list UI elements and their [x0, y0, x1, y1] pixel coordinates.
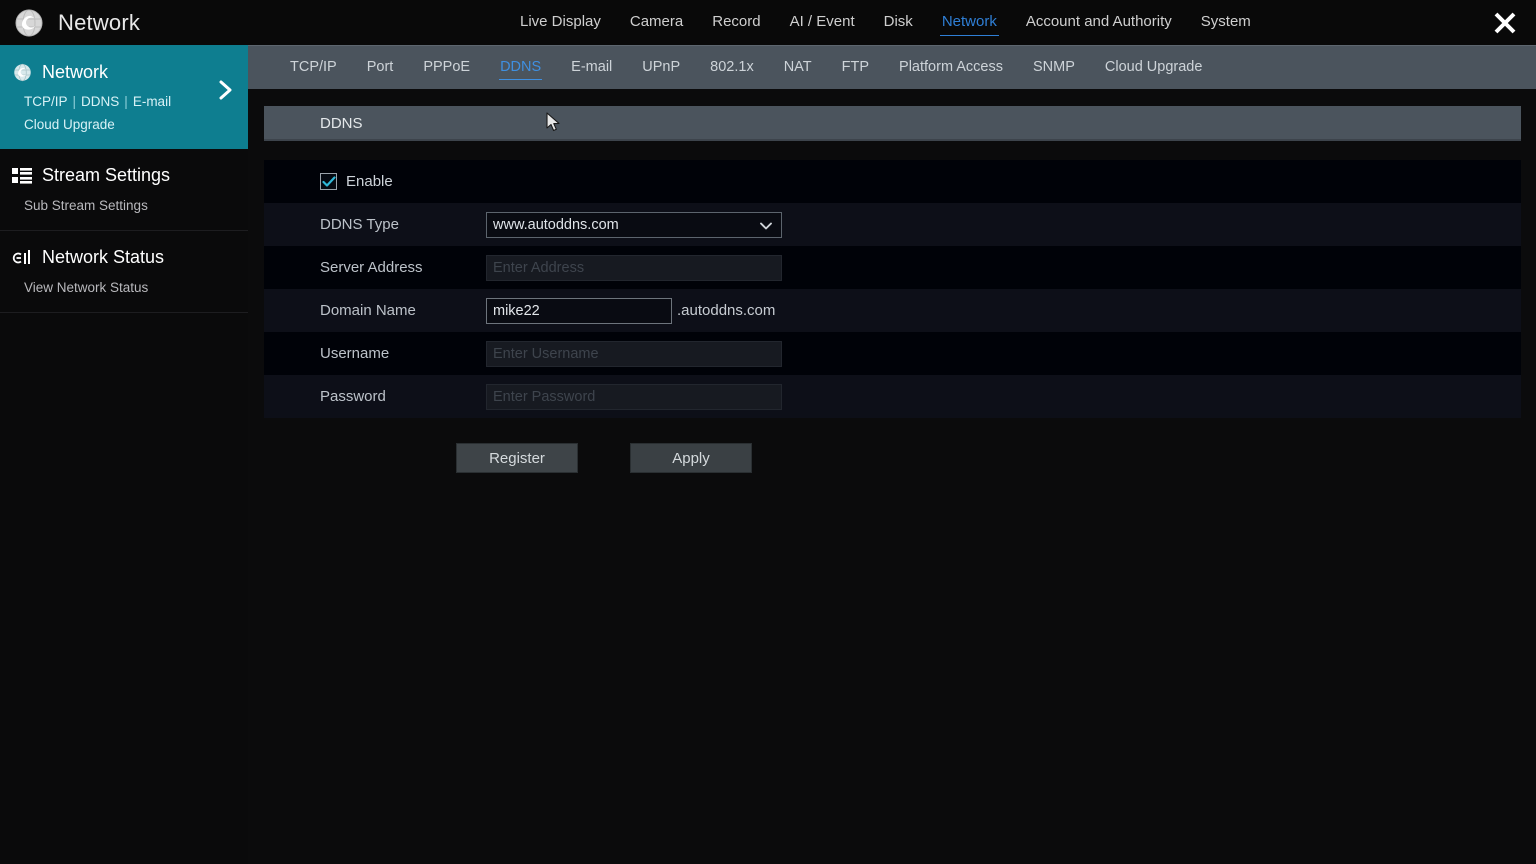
tab-802-1x[interactable]: 802.1x: [710, 59, 754, 77]
tab-ddns[interactable]: DDNS: [499, 59, 543, 80]
globe-icon: [10, 63, 34, 82]
topnav-item-ai-event[interactable]: AI / Event: [790, 13, 855, 32]
domain-name-label: Domain Name: [320, 302, 416, 319]
topnav-item-network[interactable]: Network: [939, 13, 999, 36]
page-title: Network: [58, 9, 141, 35]
sidebar-item-network[interactable]: Network TCP/IP | DDNS | E-mail Cloud Upgrade: [0, 45, 248, 149]
tab-platform-access[interactable]: Platform Access: [899, 59, 1003, 77]
sidebar: Network TCP/IP | DDNS | E-mail Cloud Upgrade: [0, 45, 248, 864]
chevron-right-icon[interactable]: [216, 79, 236, 106]
tab-email[interactable]: E-mail: [571, 59, 612, 77]
top-navigation: Live Display Camera Record AI / Event Di…: [520, 0, 1482, 45]
form-row-ddns-type: DDNS Type www.autoddns.com: [264, 203, 1521, 246]
stream-grid-icon: [10, 167, 34, 185]
sidebar-item-label: Stream Settings: [42, 165, 171, 186]
tab-port[interactable]: Port: [367, 59, 394, 77]
checkmark-icon: [321, 175, 336, 187]
nvr-settings-window: Network Live Display Camera Record AI / …: [0, 0, 1536, 864]
panel-header-title: DDNS: [320, 115, 363, 132]
password-label: Password: [320, 388, 386, 405]
sidebar-link-cloud-upgrade[interactable]: Cloud Upgrade: [24, 114, 248, 137]
password-field: Enter Password: [486, 383, 782, 410]
register-button[interactable]: Register: [456, 443, 578, 473]
tab-nat[interactable]: NAT: [784, 59, 812, 77]
sidebar-link-email[interactable]: E-mail: [133, 94, 171, 109]
topnav-item-camera[interactable]: Camera: [630, 13, 683, 32]
sidebar-stream-header: Stream Settings: [0, 161, 248, 191]
close-icon[interactable]: [1482, 0, 1528, 45]
link-separator: |: [72, 94, 77, 109]
sidebar-network-header: Network: [0, 57, 248, 87]
ddns-type-value: www.autoddns.com: [493, 216, 619, 233]
signal-bars-icon: [10, 249, 34, 267]
link-separator: |: [124, 94, 128, 109]
tab-upnp[interactable]: UPnP: [642, 59, 680, 77]
panel-header: DDNS: [264, 106, 1521, 141]
tab-ftp[interactable]: FTP: [842, 59, 869, 77]
tab-cloud-upgrade[interactable]: Cloud Upgrade: [1105, 59, 1203, 77]
form-row-domain-name: Domain Name mike22 .autoddns.com: [264, 289, 1521, 332]
apply-button[interactable]: Apply: [630, 443, 752, 473]
enable-checkbox-group[interactable]: Enable: [264, 173, 393, 190]
sidebar-link-sub-stream-settings[interactable]: Sub Stream Settings: [24, 198, 148, 213]
enable-checkbox[interactable]: [320, 173, 337, 190]
tab-pppoe[interactable]: PPPoE: [423, 59, 470, 77]
tab-tcpip[interactable]: TCP/IP: [290, 59, 337, 77]
enable-label: Enable: [346, 173, 393, 190]
sidebar-status-links: View Network Status: [0, 273, 248, 300]
sub-tab-bar: TCP/IP Port PPPoE DDNS E-mail UPnP 802.1…: [248, 45, 1536, 89]
password-input[interactable]: Enter Password: [486, 383, 782, 410]
sidebar-item-label: Network: [42, 61, 109, 82]
ddns-type-field: www.autoddns.com: [486, 211, 782, 238]
sidebar-item-label: Network Status: [42, 247, 165, 268]
form-row-enable: Enable: [264, 160, 1521, 203]
ddns-type-label: DDNS Type: [320, 216, 399, 233]
sidebar-network-links: TCP/IP | DDNS | E-mail Cloud Upgrade: [0, 87, 248, 137]
domain-name-input[interactable]: mike22: [486, 297, 672, 324]
action-buttons: Register Apply: [264, 443, 752, 473]
form-row-username: Username Enter Username: [264, 332, 1521, 375]
sidebar-item-stream-settings[interactable]: Stream Settings Sub Stream Settings: [0, 149, 248, 231]
domain-name-field: mike22 .autoddns.com: [486, 297, 776, 324]
ddns-type-select[interactable]: www.autoddns.com: [486, 211, 782, 238]
topnav-item-disk[interactable]: Disk: [884, 13, 913, 32]
sidebar-link-view-network-status[interactable]: View Network Status: [24, 280, 148, 295]
username-label: Username: [320, 345, 390, 362]
form-row-server-address: Server Address Enter Address: [264, 246, 1521, 289]
sidebar-link-tcpip[interactable]: TCP/IP: [24, 94, 68, 109]
server-address-field: Enter Address: [486, 254, 782, 281]
server-address-input[interactable]: Enter Address: [486, 254, 782, 281]
sidebar-stream-links: Sub Stream Settings: [0, 191, 248, 218]
username-input[interactable]: Enter Username: [486, 340, 782, 367]
topnav-item-account-and-authority[interactable]: Account and Authority: [1026, 13, 1172, 32]
topnav-item-system[interactable]: System: [1201, 13, 1251, 32]
tab-snmp[interactable]: SNMP: [1033, 59, 1075, 77]
chevron-down-icon: [758, 218, 774, 238]
title-bar: Network Live Display Camera Record AI / …: [0, 0, 1536, 45]
globe-icon: [14, 8, 44, 38]
content-area: DDNS Enable DDNS Type www.autoddns.com S…: [248, 89, 1536, 864]
sidebar-item-network-status[interactable]: Network Status View Network Status: [0, 231, 248, 313]
sidebar-link-ddns[interactable]: DDNS: [81, 94, 119, 109]
topnav-item-record[interactable]: Record: [712, 13, 760, 32]
topnav-item-live-display[interactable]: Live Display: [520, 13, 601, 32]
form-row-password: Password Enter Password: [264, 375, 1521, 418]
settings-form: Enable DDNS Type www.autoddns.com Server…: [264, 160, 1521, 418]
window-brand: Network: [0, 8, 520, 38]
domain-name-suffix: .autoddns.com: [677, 302, 776, 319]
username-field: Enter Username: [486, 340, 782, 367]
server-address-label: Server Address: [320, 259, 423, 276]
sidebar-status-header: Network Status: [0, 243, 248, 273]
